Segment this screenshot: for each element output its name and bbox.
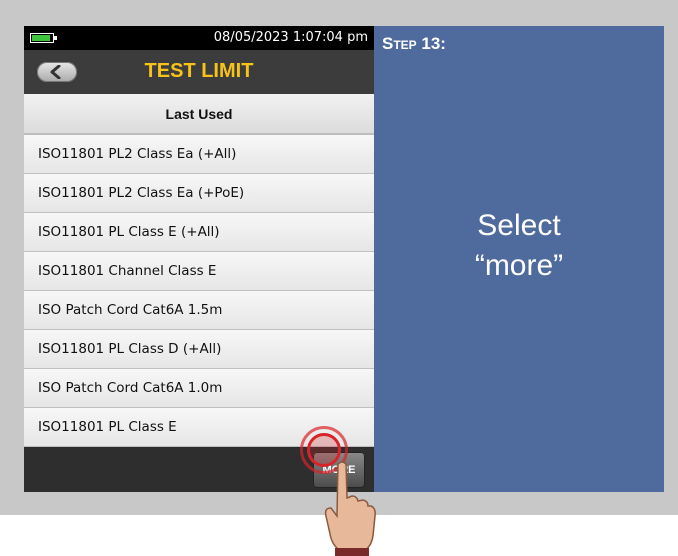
page-title: TEST LIMIT	[144, 60, 254, 82]
title-bar: TEST LIMIT	[24, 50, 374, 94]
list-item[interactable]: ISO11801 Channel Class E	[24, 252, 374, 291]
instruction-text: Select “more”	[374, 206, 664, 286]
pointing-hand-icon	[324, 461, 376, 556]
group-header-last-used: Last Used	[24, 94, 374, 135]
list-item[interactable]: ISO11801 PL Class E (+All)	[24, 213, 374, 252]
list-item[interactable]: ISO Patch Cord Cat6A 1.0m	[24, 369, 374, 408]
tester-screen: 08/05/2023 1:07:04 pm TEST LIMIT Last Us…	[24, 26, 374, 492]
battery-icon	[30, 33, 57, 43]
status-bar: 08/05/2023 1:07:04 pm	[24, 26, 374, 50]
instruction-line-1: Select	[477, 209, 561, 242]
step-label: Step 13:	[382, 34, 446, 53]
instruction-line-2: “more”	[474, 249, 564, 282]
list-item[interactable]: ISO11801 PL Class D (+All)	[24, 330, 374, 369]
instruction-panel: Step 13: Select “more”	[374, 26, 664, 492]
test-limit-list: ISO11801 PL2 Class Ea (+All) ISO11801 PL…	[24, 135, 374, 447]
list-item[interactable]: ISO Patch Cord Cat6A 1.5m	[24, 291, 374, 330]
datetime: 08/05/2023 1:07:04 pm	[213, 30, 368, 45]
list-item[interactable]: ISO11801 PL2 Class Ea (+All)	[24, 135, 374, 174]
list-item[interactable]: ISO11801 PL2 Class Ea (+PoE)	[24, 174, 374, 213]
